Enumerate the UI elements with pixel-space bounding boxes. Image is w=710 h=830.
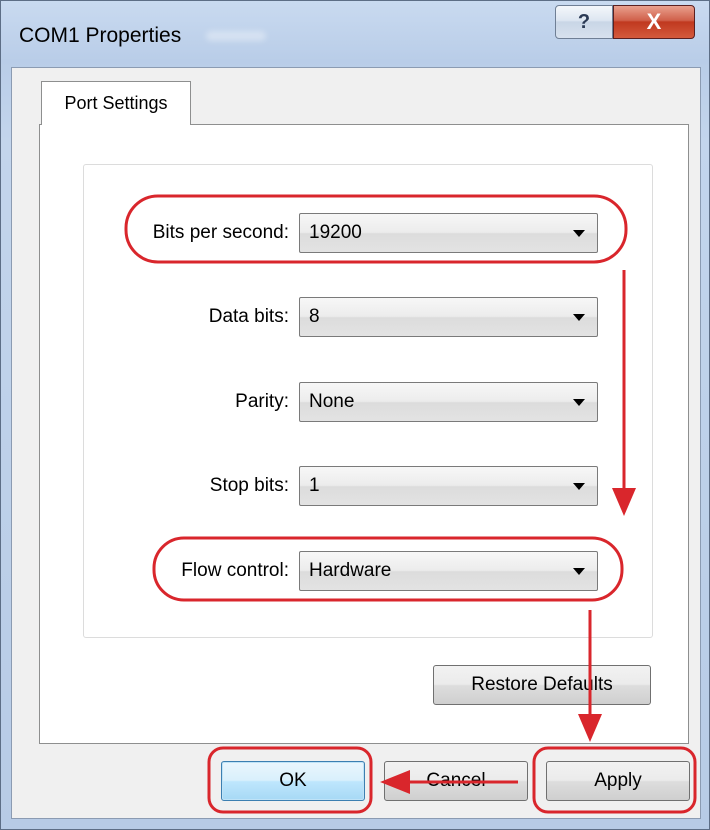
- flow-control-value: Hardware: [309, 560, 392, 581]
- data-bits-select[interactable]: 8: [299, 297, 598, 337]
- parity-value: None: [309, 391, 355, 412]
- parity-select[interactable]: None: [299, 382, 598, 422]
- cancel-button[interactable]: Cancel: [384, 761, 528, 801]
- bits-per-second-value: 19200: [309, 222, 362, 243]
- restore-defaults-button[interactable]: Restore Defaults: [433, 665, 651, 705]
- bits-per-second-label: Bits per second:: [152, 222, 289, 243]
- stop-bits-select[interactable]: 1: [299, 466, 598, 506]
- tab-port-settings[interactable]: Port Settings: [41, 81, 191, 125]
- flow-control-label: Flow control:: [181, 560, 289, 581]
- dialog-window: COM1 Properties ? X Port Settings Bits p…: [0, 0, 710, 830]
- help-button[interactable]: ?: [555, 5, 613, 39]
- title-bar: COM1 Properties ? X: [1, 1, 709, 67]
- chevron-down-icon: [573, 483, 585, 490]
- ok-button[interactable]: OK: [221, 761, 365, 801]
- data-bits-label: Data bits:: [208, 306, 289, 327]
- window-title: COM1 Properties: [19, 24, 182, 47]
- chevron-down-icon: [573, 230, 585, 237]
- title-bar-glow: [206, 31, 266, 41]
- parity-label: Parity:: [235, 391, 289, 412]
- close-button[interactable]: X: [613, 5, 695, 39]
- bits-per-second-select[interactable]: 19200: [299, 213, 598, 253]
- close-icon: X: [646, 9, 662, 34]
- chevron-down-icon: [573, 568, 585, 575]
- chevron-down-icon: [573, 399, 585, 406]
- apply-button[interactable]: Apply: [546, 761, 690, 801]
- stop-bits-value: 1: [309, 475, 320, 496]
- data-bits-value: 8: [309, 306, 320, 327]
- chevron-down-icon: [573, 314, 585, 321]
- stop-bits-label: Stop bits:: [209, 475, 289, 496]
- help-icon: ?: [577, 10, 591, 33]
- flow-control-select[interactable]: Hardware: [299, 551, 598, 591]
